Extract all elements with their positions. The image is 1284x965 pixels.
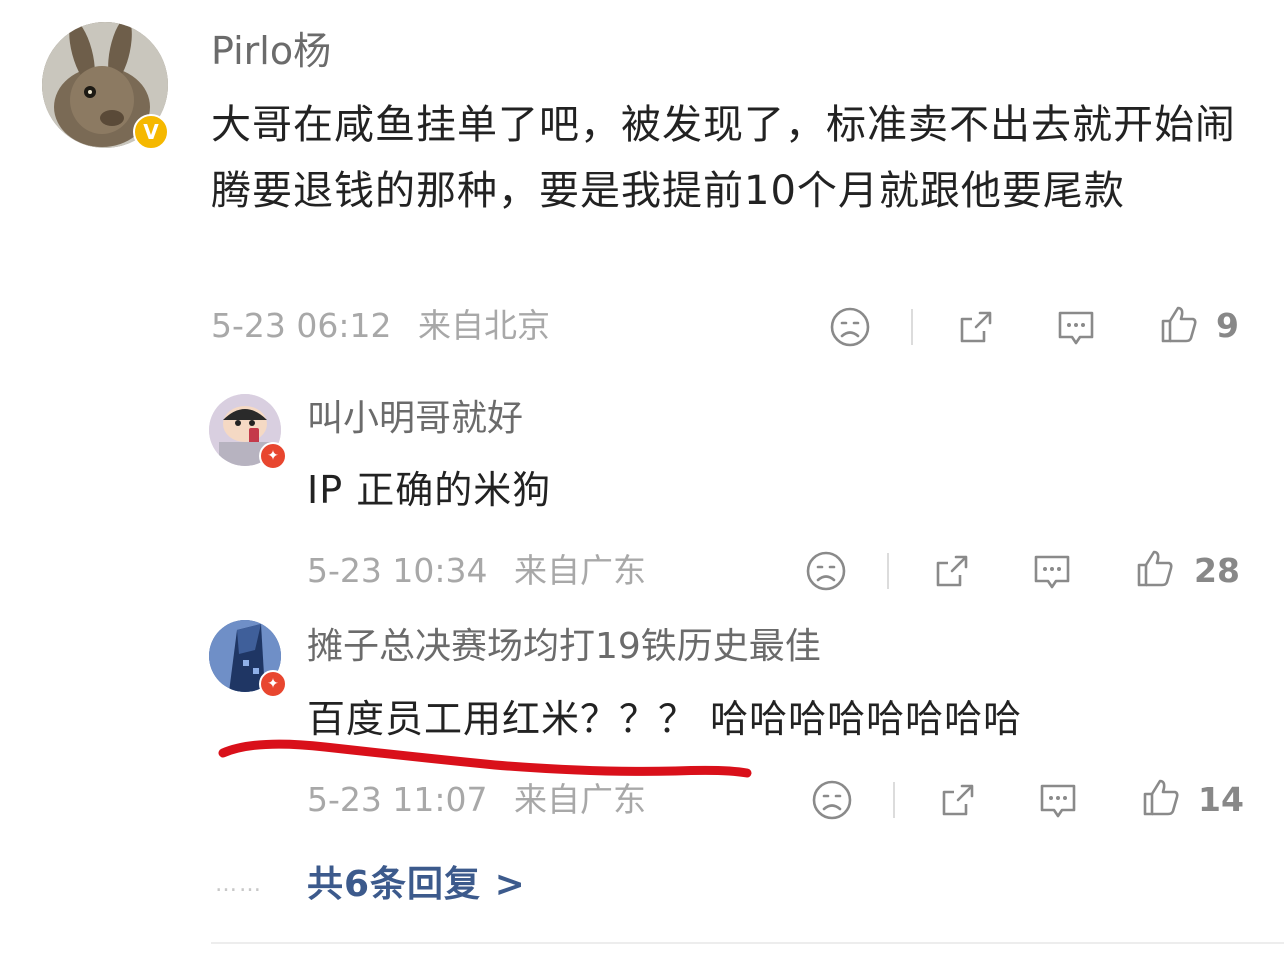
more-replies-dots: …… [215, 872, 263, 897]
comment-icon[interactable] [1030, 549, 1074, 593]
thumbs-up-icon[interactable] [1133, 547, 1177, 591]
sad-face-icon[interactable] [804, 549, 848, 593]
action-separator [893, 782, 895, 818]
action-separator [911, 309, 913, 345]
member-badge-icon: ✦ [259, 670, 287, 698]
comment-meta: 5-23 06:12 来自北京 [211, 304, 566, 348]
reply-date: 5-23 10:34 [307, 551, 488, 590]
comment-author[interactable]: Pirlo杨 [211, 26, 331, 76]
bottom-divider [211, 942, 1284, 944]
comment-date: 5-23 06:12 [211, 306, 392, 345]
reply-meta: 5-23 10:34 来自广东 [307, 549, 662, 593]
like-count: 28 [1194, 551, 1240, 590]
reply-meta: 5-23 11:07 来自广东 [307, 778, 662, 822]
reply-location: 来自广东 [514, 780, 646, 819]
thumbs-up-icon[interactable] [1157, 303, 1201, 347]
reply-location: 来自广东 [514, 551, 646, 590]
share-icon[interactable] [936, 778, 980, 822]
thumbs-up-icon[interactable] [1139, 776, 1183, 820]
comment-location: 来自北京 [418, 306, 550, 345]
comment-icon[interactable] [1036, 778, 1080, 822]
share-icon[interactable] [930, 549, 974, 593]
member-badge-icon: ✦ [259, 442, 287, 470]
like-count: 9 [1216, 306, 1239, 345]
more-replies-link[interactable]: 共6条回复 > [307, 862, 526, 908]
reply-text: IP 正确的米狗 [307, 468, 552, 512]
comment-text: 大哥在咸鱼挂单了吧，被发现了，标准卖不出去就开始闹腾要退钱的那种，要是我提前10… [211, 102, 1236, 214]
comment-icon[interactable] [1054, 305, 1098, 349]
verified-badge-icon: V [133, 114, 169, 150]
action-separator [887, 553, 889, 589]
share-icon[interactable] [954, 305, 998, 349]
reply-date: 5-23 11:07 [307, 780, 488, 819]
sad-face-icon[interactable] [810, 778, 854, 822]
reply-author[interactable]: 叫小明哥就好 [307, 396, 523, 442]
like-count: 14 [1198, 780, 1244, 819]
reply-author[interactable]: 摊子总决赛场均打19铁历史最佳 [307, 624, 821, 670]
sad-face-icon[interactable] [828, 305, 872, 349]
